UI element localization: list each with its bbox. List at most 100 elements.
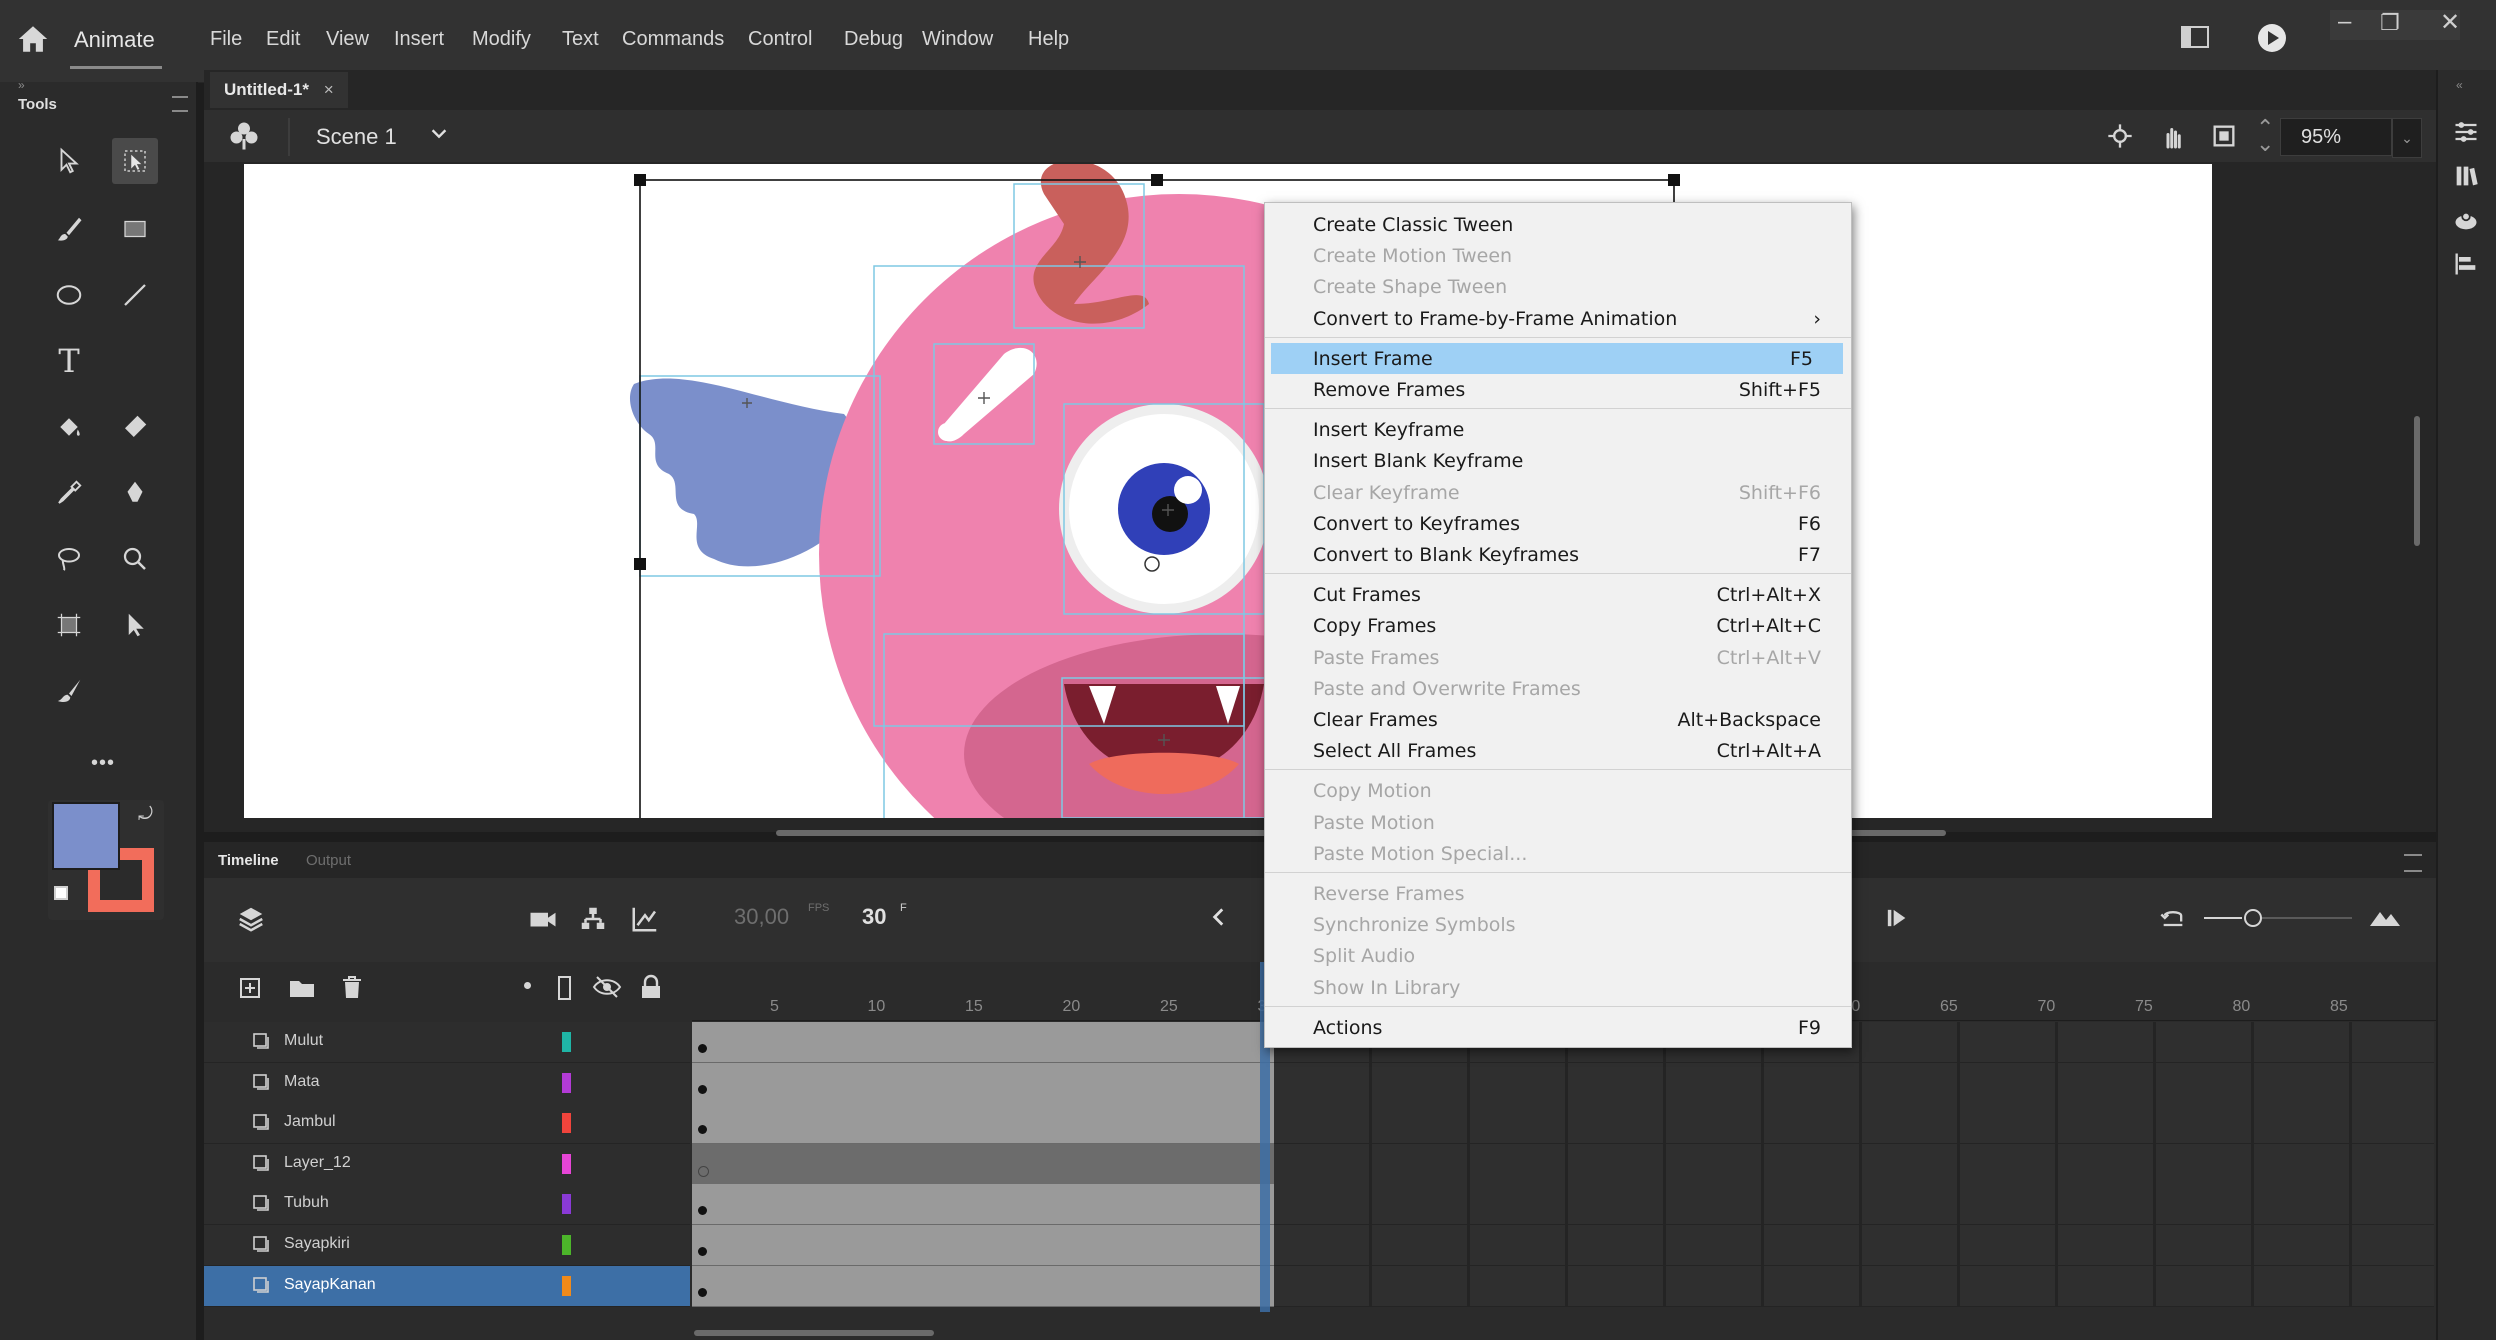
restore-icon[interactable]: ❐ <box>2380 10 2400 36</box>
scene-name[interactable]: Scene 1 <box>316 124 397 150</box>
home-icon[interactable] <box>16 22 52 58</box>
frame-span[interactable] <box>692 1144 1274 1185</box>
menu-item-cut-frames[interactable]: Cut Frames Ctrl+Alt+X <box>1265 579 1851 610</box>
layer-row[interactable]: Jambul <box>204 1103 690 1144</box>
tab-timeline[interactable]: Timeline <box>218 852 279 869</box>
menu-modify[interactable]: Modify <box>472 28 531 51</box>
menu-item-copy-motion[interactable]: Copy Motion <box>1265 775 1851 806</box>
graph-icon[interactable] <box>630 904 660 939</box>
menu-item-paste-motion[interactable]: Paste Motion <box>1265 807 1851 838</box>
menu-item-actions[interactable]: Actions F9 <box>1265 1012 1851 1043</box>
hide-layers-icon[interactable] <box>592 974 622 1005</box>
layer-color-tag[interactable] <box>562 1194 571 1214</box>
transform-point[interactable] <box>1144 556 1160 572</box>
frame-span[interactable] <box>692 1266 1274 1307</box>
menu-item-insert-frame[interactable]: Insert Frame F5 <box>1271 342 1843 374</box>
highlight-layers-icon[interactable] <box>524 982 531 989</box>
stroke-color-swatch[interactable] <box>52 802 120 870</box>
menu-control[interactable]: Control <box>748 28 812 51</box>
default-colors-icon[interactable] <box>54 886 68 900</box>
menu-item-paste-motion-special[interactable]: Paste Motion Special... <box>1265 838 1851 869</box>
rotate-stage-icon[interactable] <box>2158 122 2188 157</box>
empty-frames[interactable] <box>1274 1184 2434 1225</box>
workspace-icon[interactable] <box>2180 24 2210 57</box>
scene-dropdown-chevron-icon[interactable] <box>428 122 450 149</box>
paint-bucket-tool-icon[interactable] <box>46 404 92 450</box>
empty-frames[interactable] <box>1274 1144 2434 1185</box>
line-tool-icon[interactable] <box>112 272 158 318</box>
mountains-icon[interactable] <box>2368 906 2402 935</box>
menu-item-split-audio[interactable]: Split Audio <box>1265 940 1851 971</box>
layer-color-tag[interactable] <box>562 1073 571 1093</box>
clip-content-icon[interactable] <box>2210 122 2238 155</box>
layer-color-tag[interactable] <box>562 1113 571 1133</box>
brush-tool-icon[interactable] <box>46 206 92 252</box>
delete-layer-icon[interactable] <box>340 974 364 1005</box>
menu-insert[interactable]: Insert <box>394 28 444 51</box>
keyframe-dot[interactable] <box>698 1288 707 1297</box>
menu-item-insert-blank-keyframe[interactable]: Insert Blank Keyframe <box>1265 445 1851 476</box>
zoom-field[interactable]: 95% <box>2280 118 2392 156</box>
new-folder-icon[interactable] <box>288 976 316 1005</box>
frame-span[interactable] <box>692 1184 1274 1225</box>
test-movie-icon[interactable] <box>2256 22 2288 61</box>
layer-row[interactable]: Sayapkiri <box>204 1225 690 1266</box>
menu-help[interactable]: Help <box>1028 28 1069 51</box>
frame-span[interactable] <box>692 1063 1274 1104</box>
keyframe-dot[interactable] <box>698 1247 707 1256</box>
menu-item-clear-frames[interactable]: Clear Frames Alt+Backspace <box>1265 704 1851 735</box>
lock-layers-icon[interactable] <box>640 974 662 1005</box>
menu-item-select-all-frames[interactable]: Select All Frames Ctrl+Alt+A <box>1265 735 1851 766</box>
layers-icon[interactable] <box>236 904 266 939</box>
frame-span[interactable] <box>692 1022 1274 1063</box>
camera-icon[interactable] <box>528 904 558 939</box>
menu-item-paste-and-overwrite-frames[interactable]: Paste and Overwrite Frames <box>1265 673 1851 704</box>
outline-layers-icon[interactable] <box>558 976 571 1000</box>
pen-tool-icon[interactable] <box>112 470 158 516</box>
frame-span[interactable] <box>692 1225 1274 1266</box>
menu-item-convert-to-frame-by-frame-animation[interactable]: Convert to Frame-by-Frame Animation › <box>1265 303 1851 334</box>
menu-commands[interactable]: Commands <box>622 28 724 51</box>
menu-item-insert-keyframe[interactable]: Insert Keyframe <box>1265 414 1851 445</box>
panel-menu-icon[interactable] <box>172 96 188 112</box>
fps-value[interactable]: 30,00 <box>734 904 789 930</box>
empty-frames[interactable] <box>1274 1103 2434 1144</box>
menu-item-copy-frames[interactable]: Copy Frames Ctrl+Alt+C <box>1265 610 1851 641</box>
align-icon[interactable] <box>2452 250 2480 283</box>
keyframe-dot[interactable] <box>698 1044 707 1053</box>
menu-debug[interactable]: Debug <box>844 28 903 51</box>
menu-item-create-classic-tween[interactable]: Create Classic Tween <box>1265 209 1851 240</box>
current-frame-value[interactable]: 30 <box>862 904 886 930</box>
menu-item-create-motion-tween[interactable]: Create Motion Tween <box>1265 240 1851 271</box>
assets-icon[interactable] <box>2452 206 2480 239</box>
asset-warp-tool-icon[interactable] <box>46 602 92 648</box>
menu-item-reverse-frames[interactable]: Reverse Frames <box>1265 878 1851 909</box>
layer-row[interactable]: Mulut <box>204 1022 690 1063</box>
stage[interactable] <box>244 164 2212 818</box>
eraser-tool-icon[interactable] <box>112 404 158 450</box>
free-transform-tool-icon[interactable] <box>112 138 158 184</box>
loop-icon[interactable] <box>2158 904 2188 937</box>
empty-frames[interactable] <box>1274 1266 2434 1307</box>
layer-row[interactable]: Mata <box>204 1063 690 1104</box>
document-tab[interactable]: Untitled-1* × <box>210 72 348 108</box>
menu-item-remove-frames[interactable]: Remove Frames Shift+F5 <box>1265 374 1851 405</box>
center-stage-icon[interactable]: ⌃ ⌄ <box>2256 117 2274 155</box>
layer-color-tag[interactable] <box>562 1154 571 1174</box>
zoom-tool-icon[interactable] <box>112 536 158 582</box>
menu-item-create-shape-tween[interactable]: Create Shape Tween <box>1265 271 1851 302</box>
edit-symbols-icon[interactable] <box>226 118 262 159</box>
swap-colors-icon[interactable]: ⤾ <box>138 804 153 825</box>
keyframe-dot[interactable] <box>698 1125 707 1134</box>
layer-color-tag[interactable] <box>562 1032 571 1052</box>
menu-text[interactable]: Text <box>562 28 599 51</box>
menu-window[interactable]: Window <box>922 28 993 51</box>
frame-span[interactable] <box>692 1103 1274 1144</box>
timeline-horizontal-scrollbar[interactable] <box>694 1330 934 1336</box>
selection-tool-icon[interactable] <box>46 138 92 184</box>
timeline-zoom-slider-thumb[interactable] <box>2244 909 2262 927</box>
eyedropper-tool-icon[interactable] <box>46 470 92 516</box>
keyframe-dot[interactable] <box>698 1085 707 1094</box>
previous-frame-icon[interactable] <box>1206 904 1232 935</box>
layer-color-tag[interactable] <box>562 1276 571 1296</box>
